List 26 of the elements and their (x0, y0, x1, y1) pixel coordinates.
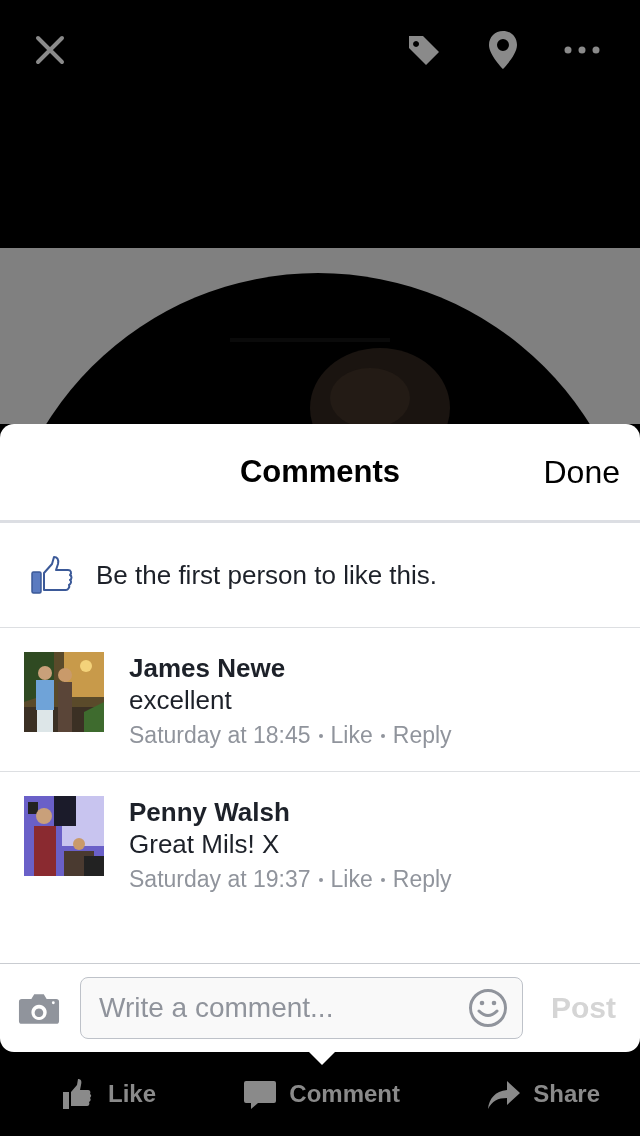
separator-dot (380, 733, 385, 738)
location-pin-icon[interactable] (488, 30, 518, 70)
likes-summary: Be the first person to like this. (96, 559, 438, 591)
comment-time: Saturday at 19:37 (129, 866, 311, 893)
comment-author[interactable]: James Newe (129, 652, 286, 684)
smiley-icon[interactable] (468, 988, 508, 1028)
separator-dot (318, 733, 323, 738)
done-button[interactable]: Done (543, 454, 620, 491)
sheet-title: Comments (239, 454, 401, 490)
comment-field[interactable]: Write a comment... (80, 977, 523, 1039)
comment-button[interactable]: Comment (243, 1078, 400, 1110)
like-button[interactable]: Like (62, 1078, 157, 1110)
camera-icon[interactable] (18, 992, 60, 1024)
comment-time: Saturday at 18:45 (129, 722, 311, 749)
comment-input-field[interactable]: Write a comment... (97, 991, 468, 1025)
comment-author[interactable]: Penny Walsh (129, 796, 290, 828)
comment-icon (243, 1078, 278, 1110)
separator-dot (380, 877, 385, 882)
separator-dot (318, 877, 323, 882)
share-icon (487, 1078, 522, 1110)
comment-text: Great Mils! X (129, 828, 280, 860)
share-button[interactable]: Share (487, 1078, 600, 1110)
comment-text: excellent (129, 684, 232, 716)
thumbs-up-icon (30, 555, 74, 595)
close-icon[interactable] (34, 34, 66, 66)
more-icon[interactable] (564, 46, 600, 54)
